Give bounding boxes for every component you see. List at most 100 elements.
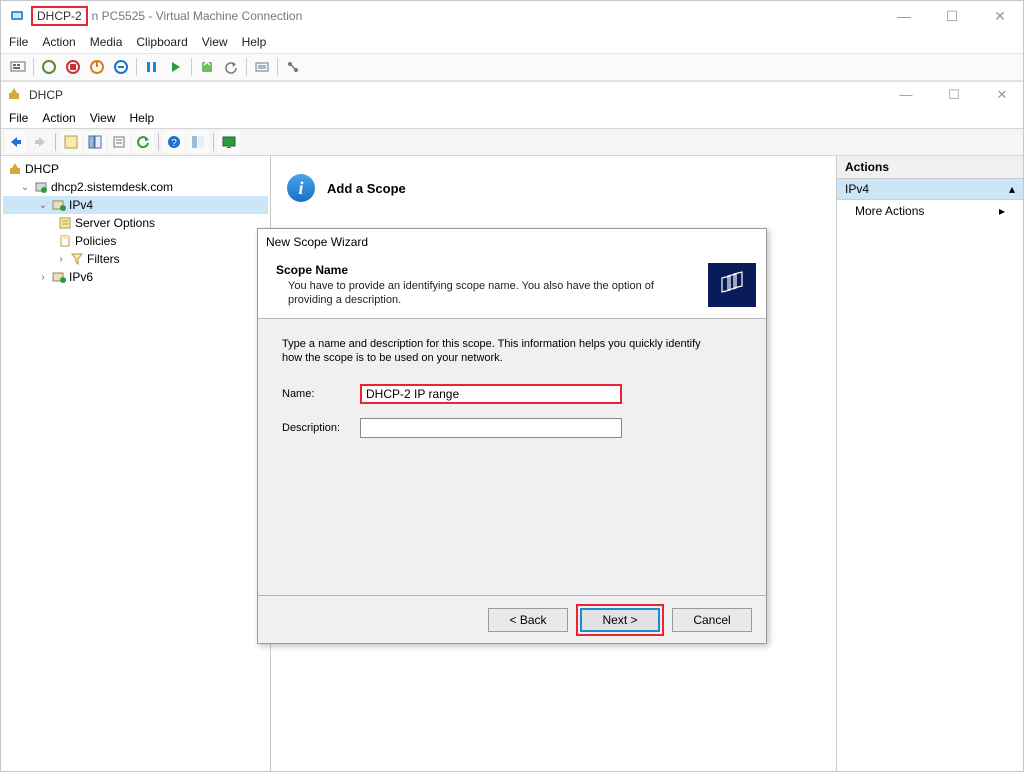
collapse-icon: ▴ [1009, 182, 1015, 196]
vm-titlebar: DHCP-2 n PC5525 - Virtual Machine Connec… [1, 1, 1023, 31]
mmc-menubar: File Action View Help [1, 108, 1023, 128]
next-button[interactable]: Next > [580, 608, 660, 632]
wizard-header-icon [708, 263, 756, 307]
show-hide-action-icon[interactable] [84, 131, 106, 153]
back-icon[interactable] [5, 131, 27, 153]
vm-menu-view[interactable]: View [202, 35, 228, 49]
minimize-button[interactable]: — [889, 8, 919, 25]
content-pane: i Add a Scope New Scope Wizard Scope Nam… [271, 156, 837, 771]
twisty-closed-icon[interactable]: › [55, 254, 67, 265]
svg-text:?: ? [171, 138, 177, 149]
name-input[interactable] [360, 384, 622, 404]
wizard-footer: < Back Next > Cancel [258, 595, 766, 643]
vm-menu-help[interactable]: Help [242, 35, 267, 49]
twisty-open-icon[interactable]: ⌄ [37, 200, 49, 211]
vm-menubar: File Action Media Clipboard View Help [1, 31, 1023, 53]
shutdown-icon[interactable] [86, 56, 108, 78]
start-icon[interactable] [38, 56, 60, 78]
mmc-menu-file[interactable]: File [9, 111, 28, 125]
tree-pane: DHCP ⌄ dhcp2.sistemdesk.com ⌄ IPv4 Serve… [1, 156, 271, 771]
tree-filters[interactable]: › Filters [3, 250, 268, 268]
ctrl-alt-del-icon[interactable] [7, 56, 29, 78]
vm-title-suffix: n PC5525 - Virtual Machine Connection [92, 9, 303, 23]
turnoff-icon[interactable] [62, 56, 84, 78]
refresh-icon[interactable] [132, 131, 154, 153]
cancel-button[interactable]: Cancel [672, 608, 752, 632]
mmc-minimize-button[interactable]: — [891, 87, 921, 103]
mmc-maximize-button[interactable]: ☐ [939, 87, 969, 103]
mmc-menu-view[interactable]: View [90, 111, 116, 125]
submenu-arrow-icon: ▸ [999, 204, 1005, 218]
forward-icon[interactable] [29, 131, 51, 153]
close-button[interactable]: ✕ [985, 8, 1015, 25]
mmc-menu-action[interactable]: Action [42, 111, 75, 125]
tree-root[interactable]: DHCP [3, 160, 268, 178]
tree-server[interactable]: ⌄ dhcp2.sistemdesk.com [3, 178, 268, 196]
checkpoint-icon[interactable] [196, 56, 218, 78]
vm-icon [9, 8, 25, 24]
dhcp-root-icon [7, 161, 23, 177]
help-icon[interactable]: ? [163, 131, 185, 153]
content-title: Add a Scope [327, 181, 406, 196]
description-label: Description: [282, 422, 360, 434]
tree-ipv4[interactable]: ⌄ IPv4 [3, 196, 268, 214]
actions-more-label: More Actions [855, 204, 924, 218]
description-input[interactable] [360, 418, 622, 438]
export-list-icon[interactable] [108, 131, 130, 153]
wizard-body: Type a name and description for this sco… [258, 319, 766, 595]
actions-more[interactable]: More Actions ▸ [837, 200, 1023, 222]
server-icon [33, 179, 49, 195]
vm-menu-media[interactable]: Media [90, 35, 123, 49]
dhcp-icon [7, 87, 23, 103]
next-button-highlight: Next > [576, 604, 664, 636]
tree-policies-label: Policies [75, 234, 116, 248]
tree-ipv6-label: IPv6 [69, 270, 93, 284]
revert-icon[interactable] [220, 56, 242, 78]
ipv4-icon [51, 197, 67, 213]
pause-icon[interactable] [141, 56, 163, 78]
save-icon[interactable] [110, 56, 132, 78]
back-button[interactable]: < Back [488, 608, 568, 632]
vm-window-buttons: — ☐ ✕ [889, 8, 1015, 25]
vm-menu-file[interactable]: File [9, 35, 28, 49]
mmc-window-buttons: — ☐ ✕ [891, 87, 1017, 103]
name-label: Name: [282, 388, 360, 400]
reset-icon[interactable] [165, 56, 187, 78]
mmc-body: DHCP ⌄ dhcp2.sistemdesk.com ⌄ IPv4 Serve… [1, 156, 1023, 771]
enhanced-session-icon[interactable] [251, 56, 273, 78]
mmc-menu-help[interactable]: Help [130, 111, 155, 125]
vm-menu-action[interactable]: Action [42, 35, 75, 49]
actions-section-label: IPv4 [845, 182, 869, 196]
filters-icon [69, 251, 85, 267]
wizard-title: New Scope Wizard [258, 229, 766, 255]
mmc-toolbar: ? [1, 128, 1023, 156]
vm-toolbar [1, 53, 1023, 81]
mmc-titlebar: DHCP — ☐ ✕ [1, 82, 1023, 108]
actions-title: Actions [837, 156, 1023, 179]
show-hide-tree-icon[interactable] [60, 131, 82, 153]
wizard-intro: Type a name and description for this sco… [282, 337, 712, 367]
mmc-close-button[interactable]: ✕ [987, 87, 1017, 103]
properties-icon[interactable] [187, 131, 209, 153]
tree-ipv6[interactable]: › IPv6 [3, 268, 268, 286]
twisty-open-icon[interactable]: ⌄ [19, 182, 31, 193]
share-icon[interactable] [282, 56, 304, 78]
wizard-dialog: New Scope Wizard Scope Name You have to … [257, 228, 767, 644]
vm-window: DHCP-2 n PC5525 - Virtual Machine Connec… [0, 0, 1024, 772]
twisty-closed-icon[interactable]: › [37, 272, 49, 283]
monitor-icon[interactable] [218, 131, 240, 153]
actions-section-ipv4[interactable]: IPv4 ▴ [837, 179, 1023, 200]
mmc-window: DHCP — ☐ ✕ File Action View Help ? [1, 81, 1023, 771]
wizard-sub: You have to provide an identifying scope… [276, 279, 676, 308]
tree-policies[interactable]: Policies [3, 232, 268, 250]
content-header: i Add a Scope [281, 166, 826, 214]
tree-root-label: DHCP [25, 162, 59, 176]
name-input-highlight [360, 384, 622, 404]
maximize-button[interactable]: ☐ [937, 8, 967, 25]
vm-menu-clipboard[interactable]: Clipboard [136, 35, 187, 49]
tree-server-label: dhcp2.sistemdesk.com [51, 180, 173, 194]
wizard-header: Scope Name You have to provide an identi… [258, 255, 766, 319]
tree-server-options[interactable]: Server Options [3, 214, 268, 232]
policies-icon [57, 233, 73, 249]
tree-filters-label: Filters [87, 252, 120, 266]
